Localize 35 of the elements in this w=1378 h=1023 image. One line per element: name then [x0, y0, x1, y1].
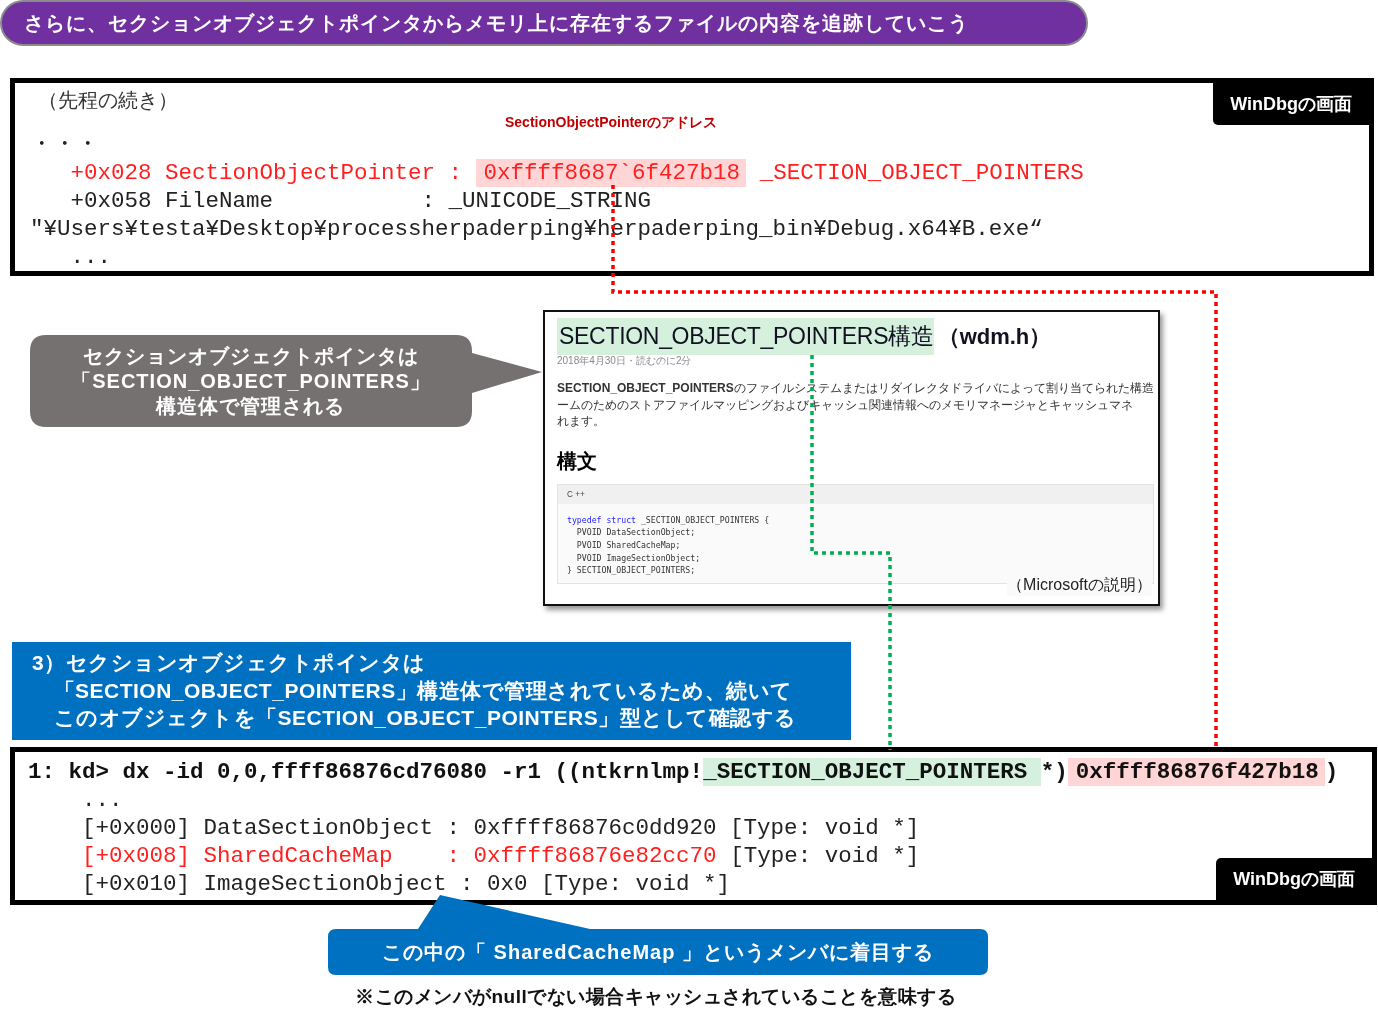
code-text: [Type: void *] — [729, 842, 920, 870]
doc-title-suffix: （wdm.h） — [936, 323, 1052, 351]
address-annotation: SectionObjectPointerのアドレス — [505, 113, 718, 131]
doc-date: 2018年4月30日・読むのに2分 — [557, 354, 693, 368]
code-text: typedef struct _SECTION_OBJECT_POINTERS { PVOID DataSectionObject; PVOID SharedCacheMap; PVOID ImageSectionObject; } SECTION_OBJECT_POINTERS; — [567, 513, 770, 577]
footnote-text: ※このメンバがnullでない場合キャッシュされていることを意味する — [355, 985, 957, 1009]
code-text: "¥Users¥testa¥Desktop¥processherpaderping¥herpaderping_bin¥Debug.x64¥B.exe“ — [30, 215, 1043, 243]
highlighted-code-text: 0xffff8687`6f427b18 — [475, 159, 747, 187]
code-text: [+0x010] ImageSectionObject : 0x0 [Type: void *] — [81, 870, 731, 898]
code-text: [+0x000] DataSectionObject : 0xffff86876c0dd920 [Type: void *] — [81, 814, 920, 842]
code-text: _SECTION_OBJECT_POINTERS — [758, 159, 1084, 187]
code-text: 1: kd> dx -id 0,0,ffff86876cd76080 -r1 ((ntkrnlmp! — [28, 758, 704, 786]
code-text: ) — [1324, 758, 1339, 786]
callout-text-line: セクションオブジェクトポインタは — [83, 343, 419, 369]
language-label: C ++ — [558, 484, 1153, 504]
callout-text-line: 構造体で管理される — [156, 393, 346, 419]
step-description: 3）セクションオブジェクトポインタは 「SECTION_OBJECT_POINTERS」構造体で管理されているため、続いて このオブジェクトを「SECTION_OBJECT_POINTERS」型として確認する — [12, 642, 851, 740]
doc-caption: （Microsoftの説明） — [1007, 575, 1152, 596]
callout-text-line: 「SECTION_OBJECT_POINTERS」 — [71, 368, 431, 394]
callout-text: この中の「 SharedCacheMap 」というメンバに着目する — [382, 939, 934, 965]
highlighted-code-text: _SECTION_OBJECT_POINTERS — [703, 758, 1041, 786]
slide-heading: さらに、セクションオブジェクトポインタからメモリ上に存在するファイルの内容を追跡していこう — [0, 0, 1088, 46]
code-text: ・・・ — [30, 131, 99, 159]
intro-text: （先程の続き） — [38, 88, 178, 113]
code-text: *) — [1040, 758, 1068, 786]
code-text: [+0x008] SharedCacheMap : 0xffff86876e82cc70 — [81, 842, 717, 870]
code-text: ... — [81, 786, 123, 814]
code-text: ... — [69, 243, 111, 271]
section-heading: 構文 — [557, 448, 598, 474]
code-text: +0x058 FileName : _UNICODE_STRING — [69, 187, 652, 215]
panel-badge: WinDbgの画面 — [1216, 858, 1372, 900]
highlighted-code-text: 0xffff86876f427b18 — [1067, 758, 1325, 786]
doc-title: SECTION_OBJECT_POINTERS構造 — [557, 318, 934, 355]
panel-badge: WinDbgの画面 — [1213, 83, 1369, 125]
code-text: +0x028 SectionObjectPointer : — [69, 159, 464, 187]
